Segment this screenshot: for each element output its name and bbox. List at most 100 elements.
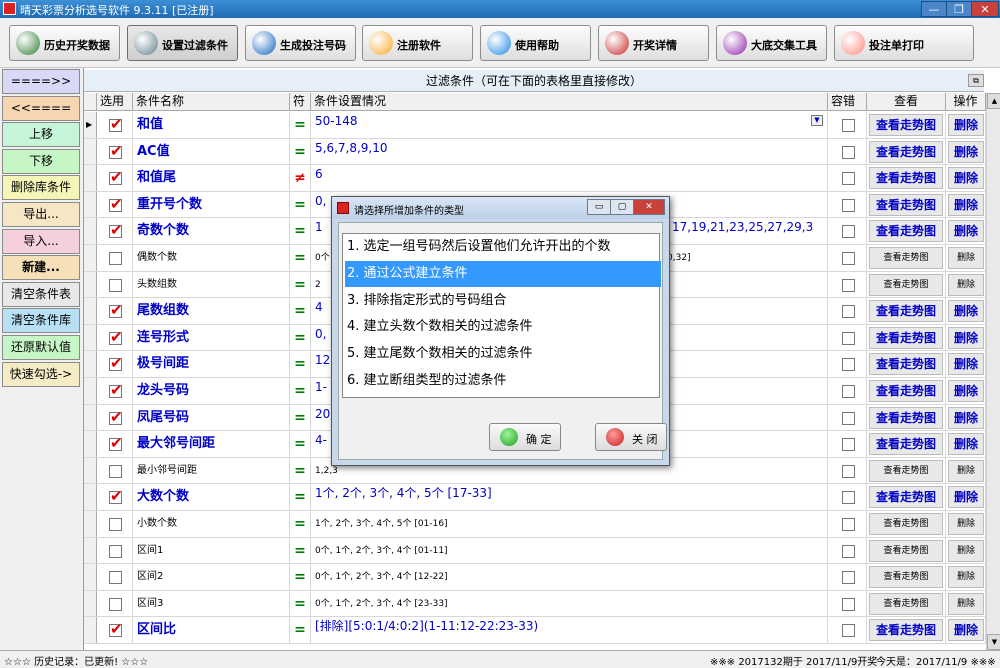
condition-name[interactable]: 偶数个数 <box>133 245 290 271</box>
tolerance-checkbox[interactable] <box>842 198 855 212</box>
toolbar-button-2[interactable]: 设置过滤条件 <box>127 25 238 61</box>
delete-button[interactable]: 删除 <box>948 193 984 216</box>
condition-name[interactable]: 龙头号码 <box>133 378 290 404</box>
condition-name[interactable]: 区间1 <box>133 537 290 564</box>
table-row[interactable]: 小数个数 = 1个, 2个, 3个, 4个, 5个 [01-16] 查看走势图 删除 <box>84 511 1000 538</box>
table-row[interactable]: 区间3 = 0个, 1个, 2个, 3个, 4个 [23-33] 查看走势图 删除 <box>84 590 1000 618</box>
toolbar-button-6[interactable]: 开奖详情 <box>598 25 709 61</box>
condition-symbol[interactable]: = <box>290 324 311 351</box>
close-dialog-button[interactable]: 关 闭 <box>595 423 667 451</box>
select-checkbox[interactable] <box>109 142 123 160</box>
delete-lib-condition-button[interactable]: 删除库条件 <box>2 175 80 201</box>
select-checkbox[interactable] <box>109 544 122 558</box>
clear-condition-lib-button[interactable]: 清空条件库 <box>2 308 80 334</box>
delete-button[interactable]: 删除 <box>948 513 984 535</box>
condition-name[interactable]: 极号间距 <box>133 351 290 377</box>
condition-symbol[interactable]: = <box>290 590 311 617</box>
list-item[interactable]: 2. 通过公式建立条件 <box>345 260 661 287</box>
condition-name[interactable]: 头数组数 <box>133 271 290 298</box>
select-checkbox[interactable] <box>109 464 122 478</box>
select-checkbox[interactable] <box>109 354 123 372</box>
delete-button[interactable]: 删除 <box>948 566 984 589</box>
view-trend-button[interactable]: 查看走势图 <box>869 114 943 136</box>
condition-setting[interactable]: 0个, 1个, 2个, 3个, 4个 [23-33] <box>311 590 828 617</box>
delete-button[interactable]: 删除 <box>948 114 984 136</box>
dropdown-arrow-icon[interactable]: ▼ <box>811 115 823 126</box>
delete-button[interactable]: 删除 <box>948 459 984 482</box>
delete-button[interactable]: 删除 <box>948 486 984 509</box>
tolerance-checkbox[interactable] <box>842 624 855 638</box>
toolbar-button-8[interactable]: 投注单打印 <box>834 25 974 61</box>
table-row[interactable]: 大数个数= 1个, 2个, 3个, 4个, 5个 [17-33] 查看走势图 删除 <box>84 484 1000 511</box>
delete-button[interactable]: 删除 <box>948 592 984 615</box>
condition-symbol[interactable]: = <box>290 564 311 590</box>
tolerance-checkbox[interactable] <box>842 225 855 239</box>
condition-symbol[interactable]: = <box>290 351 311 377</box>
condition-name[interactable]: 奇数个数 <box>133 218 290 244</box>
select-checkbox[interactable] <box>109 301 123 319</box>
select-checkbox[interactable] <box>109 571 122 585</box>
quick-check-button[interactable]: 快速勾选-> <box>2 361 80 387</box>
select-checkbox[interactable] <box>109 597 122 611</box>
delete-button[interactable]: 删除 <box>948 353 984 376</box>
select-checkbox[interactable] <box>109 434 123 452</box>
list-item[interactable]: 1. 选定一组号码然后设置他们允许开出的个数 <box>345 234 661 260</box>
condition-name[interactable]: 连号形式 <box>133 324 290 351</box>
tolerance-checkbox[interactable] <box>842 464 855 478</box>
view-trend-button[interactable]: 查看走势图 <box>869 433 943 456</box>
delete-button[interactable]: 删除 <box>948 406 984 429</box>
tolerance-checkbox[interactable] <box>842 571 855 585</box>
tolerance-checkbox[interactable] <box>842 278 855 292</box>
view-trend-button[interactable]: 查看走势图 <box>869 300 943 323</box>
tolerance-checkbox[interactable] <box>842 119 855 132</box>
condition-name[interactable]: 大数个数 <box>133 484 290 510</box>
condition-type-list[interactable]: 1. 选定一组号码然后设置他们允许开出的个数 2. 通过公式建立条件 3. 排除指定… <box>342 233 661 398</box>
condition-name[interactable]: 最小邻号间距 <box>133 457 290 484</box>
tolerance-checkbox[interactable] <box>842 597 855 611</box>
condition-name[interactable]: 尾数组数 <box>133 298 290 324</box>
delete-button[interactable]: 删除 <box>948 220 984 243</box>
view-trend-button[interactable]: 查看走势图 <box>869 592 943 615</box>
list-item[interactable]: 6. 建立断组类型的过滤条件 <box>345 368 661 394</box>
move-up-button[interactable]: 上移 <box>2 122 80 148</box>
view-trend-button[interactable]: 查看走势图 <box>869 406 943 429</box>
table-row[interactable]: ▶ 和值= 50-148 ▼ 查看走势图 删除 <box>84 112 1000 139</box>
new-button[interactable]: 新建... <box>2 255 80 281</box>
toolbar-button-3[interactable]: 生成投注号码 <box>245 25 356 61</box>
delete-button[interactable]: 删除 <box>948 167 984 190</box>
table-row[interactable]: 区间2 = 0个, 1个, 2个, 3个, 4个 [12-22] 查看走势图 删除 <box>84 564 1000 591</box>
select-checkbox[interactable] <box>109 168 123 186</box>
condition-symbol[interactable]: = <box>290 457 311 484</box>
view-trend-button[interactable]: 查看走势图 <box>869 513 943 535</box>
condition-symbol[interactable]: = <box>290 191 311 218</box>
toolbar-button-4[interactable]: 注册软件 <box>362 25 473 61</box>
tolerance-checkbox[interactable] <box>842 438 855 452</box>
select-checkbox[interactable] <box>109 278 122 292</box>
list-item[interactable]: 3. 排除指定形式的号码组合 <box>345 288 661 314</box>
condition-name[interactable]: 小数个数 <box>133 511 290 537</box>
select-checkbox[interactable] <box>109 252 122 265</box>
view-trend-button[interactable]: 查看走势图 <box>869 193 943 216</box>
condition-symbol[interactable]: = <box>290 431 311 457</box>
condition-setting[interactable]: 5,6,7,8,9,10 <box>311 138 828 165</box>
condition-symbol[interactable]: = <box>290 112 311 138</box>
tolerance-checkbox[interactable] <box>842 305 855 319</box>
condition-name[interactable]: 区间2 <box>133 564 290 590</box>
select-checkbox[interactable] <box>109 518 122 531</box>
condition-setting[interactable]: 1个, 2个, 3个, 4个, 5个 [01-16] <box>311 511 828 537</box>
view-trend-button[interactable]: 查看走势图 <box>869 459 943 482</box>
condition-name[interactable]: 凤尾号码 <box>133 404 290 431</box>
tolerance-checkbox[interactable] <box>842 358 855 372</box>
select-checkbox[interactable] <box>109 381 123 399</box>
condition-symbol[interactable]: = <box>290 511 311 537</box>
condition-symbol[interactable]: = <box>290 537 311 564</box>
select-checkbox[interactable] <box>109 195 123 213</box>
delete-button[interactable]: 删除 <box>948 140 984 163</box>
condition-symbol[interactable]: = <box>290 138 311 165</box>
condition-symbol[interactable]: = <box>290 484 311 510</box>
select-checkbox[interactable] <box>109 487 123 505</box>
toolbar-button-1[interactable]: 历史开奖数据 <box>9 25 120 61</box>
scroll-down-arrow-icon[interactable]: ▼ <box>987 634 1000 650</box>
view-trend-button[interactable]: 查看走势图 <box>869 539 943 562</box>
vertical-scrollbar[interactable]: ▲ ▼ <box>986 93 1000 650</box>
